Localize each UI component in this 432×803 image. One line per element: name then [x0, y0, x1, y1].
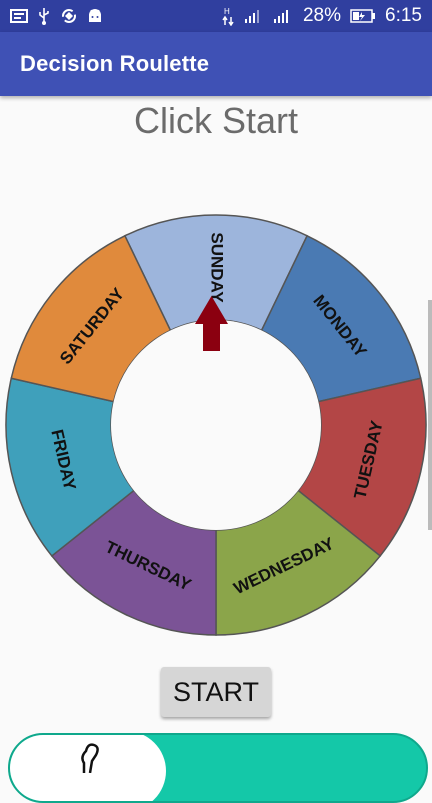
clock: 6:15 — [385, 5, 422, 26]
status-bar-right: H 28% 6:15 — [222, 5, 422, 27]
scrollbar[interactable] — [428, 300, 432, 530]
app-title: Decision Roulette — [20, 51, 210, 76]
data-arrows-icon: H — [222, 6, 234, 26]
battery-percent: 28% — [302, 5, 342, 26]
status-bar-left — [10, 7, 103, 25]
start-button[interactable]: START — [161, 667, 271, 717]
wheel-hub — [111, 320, 321, 530]
ad-banner[interactable] — [8, 733, 428, 803]
gallery-icon — [10, 9, 28, 23]
roulette-wheel[interactable]: SUNDAYMONDAYTUESDAYWEDNESDAYTHURSDAYFRID… — [0, 200, 432, 640]
signal-icon — [272, 9, 294, 23]
signal-icon — [243, 9, 263, 23]
app-bar: Decision Roulette — [0, 32, 432, 96]
sync-icon — [60, 7, 78, 25]
svg-text:H: H — [224, 7, 230, 16]
status-bar: H 28% 6:15 — [0, 0, 432, 32]
ad-logo-icon — [78, 741, 108, 778]
instruction-text: Click Start — [133, 100, 299, 141]
android-icon — [87, 8, 103, 24]
usb-icon — [37, 7, 51, 25]
wheel-label-sunday: SUNDAY — [208, 232, 227, 303]
battery-icon — [350, 9, 376, 23]
